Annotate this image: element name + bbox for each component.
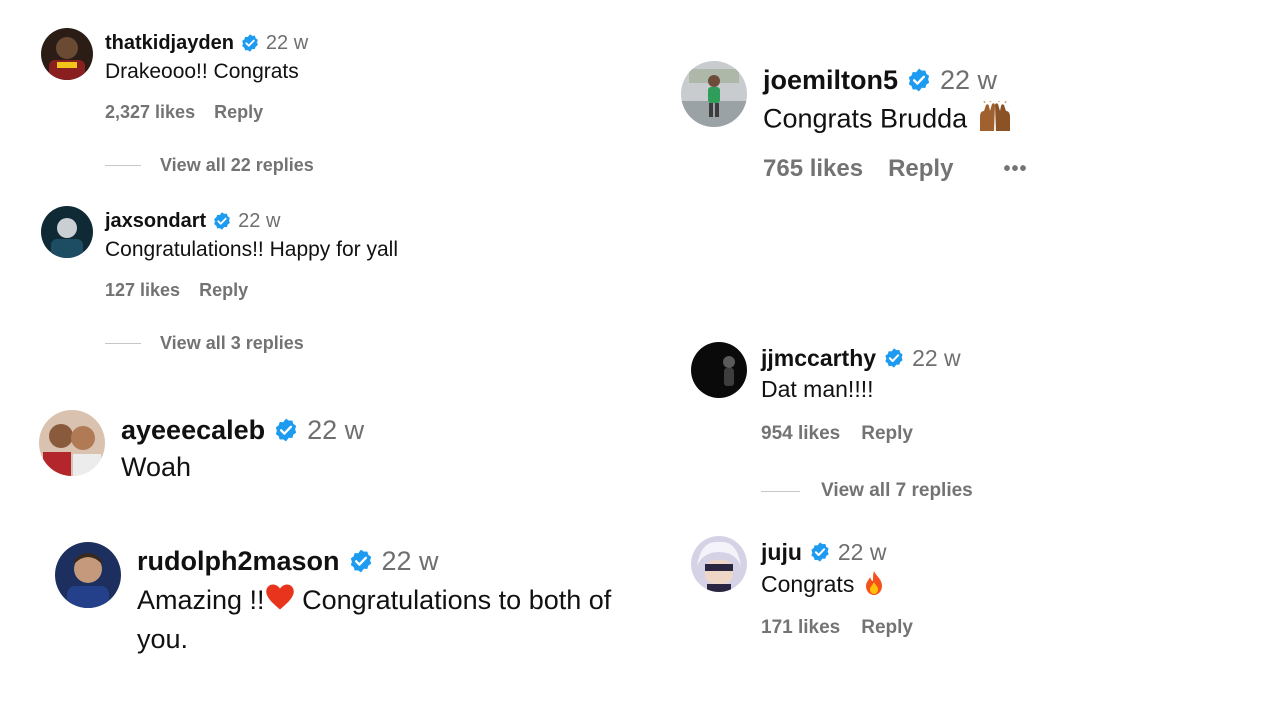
comment-meta: 2,327 likes Reply [105, 102, 263, 123]
timestamp: 22 w [381, 545, 439, 576]
view-replies-label: View all 3 replies [160, 333, 304, 353]
timestamp: 22 w [307, 414, 365, 445]
likes-count[interactable]: 954 likes [761, 423, 840, 445]
username[interactable]: ayeeecaleb [121, 415, 265, 446]
avatar[interactable] [41, 206, 93, 258]
likes-count[interactable]: 127 likes [105, 280, 180, 301]
verified-badge-icon [348, 548, 374, 574]
divider [105, 165, 141, 166]
comment-meta: 765 likes Reply ••• [763, 155, 1027, 183]
comment-text: Dat man!!!! [761, 376, 874, 402]
username[interactable]: joemilton5 [763, 65, 898, 96]
view-replies-label: View all 7 replies [821, 480, 973, 501]
more-options-icon[interactable]: ••• [1003, 158, 1027, 181]
comment-text-part: Congrats Brudda [763, 103, 968, 134]
verified-badge-icon [906, 67, 932, 93]
likes-count[interactable]: 171 likes [761, 617, 840, 639]
reply-button[interactable]: Reply [888, 155, 953, 183]
red-heart-emoji [265, 583, 295, 621]
comment-header: rudolph2mason 22 w [137, 545, 439, 577]
comment-text: Congratulations!! Happy for yall [105, 238, 398, 261]
username[interactable]: juju [761, 539, 802, 566]
avatar[interactable] [55, 542, 121, 608]
reply-button[interactable]: Reply [861, 423, 913, 445]
comment-text: Amazing !! Congratulations to both of yo… [137, 582, 637, 658]
timestamp: 22 w [837, 538, 887, 565]
view-replies-button[interactable]: View all 7 replies [761, 480, 973, 502]
reply-button[interactable]: Reply [214, 102, 263, 123]
verified-badge-icon [883, 347, 905, 369]
avatar[interactable] [39, 410, 105, 476]
comment-text: Congrats [761, 570, 885, 602]
comment-header: joemilton5 22 w [763, 64, 997, 96]
timestamp: 22 w [265, 31, 309, 54]
verified-badge-icon [212, 211, 232, 231]
likes-count[interactable]: 2,327 likes [105, 102, 195, 123]
view-replies-button[interactable]: View all 22 replies [105, 155, 314, 176]
comment-meta: 127 likes Reply [105, 280, 248, 301]
comment-header: ayeeecaleb 22 w [121, 414, 364, 446]
username[interactable]: jaxsondart [105, 210, 206, 233]
timestamp: 22 w [238, 209, 281, 232]
username[interactable]: rudolph2mason [137, 546, 340, 577]
comment-header: jjmccarthy 22 w [761, 344, 961, 372]
divider [761, 490, 800, 492]
verified-badge-icon [273, 417, 299, 443]
comment-meta: 954 likes Reply [761, 423, 913, 445]
avatar[interactable] [691, 536, 747, 592]
timestamp: 22 w [940, 64, 998, 95]
comment-header: juju 22 w [761, 538, 886, 566]
username[interactable]: jjmccarthy [761, 345, 876, 372]
fire-emoji [863, 570, 885, 602]
avatar[interactable] [691, 342, 747, 398]
verified-badge-icon [809, 541, 831, 563]
comment-header: thatkidjayden 22 w [105, 31, 308, 55]
comment-meta: 171 likes Reply [761, 617, 913, 639]
view-replies-button[interactable]: View all 3 replies [105, 333, 304, 354]
view-replies-label: View all 22 replies [160, 155, 314, 175]
reply-button[interactable]: Reply [199, 280, 248, 301]
comment-text-part: Amazing !! [137, 585, 265, 615]
reply-button[interactable]: Reply [861, 617, 913, 639]
comment-text: Woah [121, 452, 192, 482]
likes-count[interactable]: 765 likes [763, 155, 863, 183]
verified-badge-icon [240, 33, 260, 53]
comment-text: Congrats Brudda [763, 99, 1013, 140]
avatar[interactable] [41, 28, 93, 80]
username[interactable]: thatkidjayden [105, 32, 234, 55]
divider [105, 343, 141, 344]
comment-header: jaxsondart 22 w [105, 209, 280, 233]
comment-text-part: Congrats [761, 571, 855, 598]
raising-hands-emoji [977, 99, 1013, 140]
timestamp: 22 w [912, 344, 961, 371]
avatar[interactable] [681, 61, 747, 127]
comment-text: Drakeooo!! Congrats [105, 60, 299, 83]
